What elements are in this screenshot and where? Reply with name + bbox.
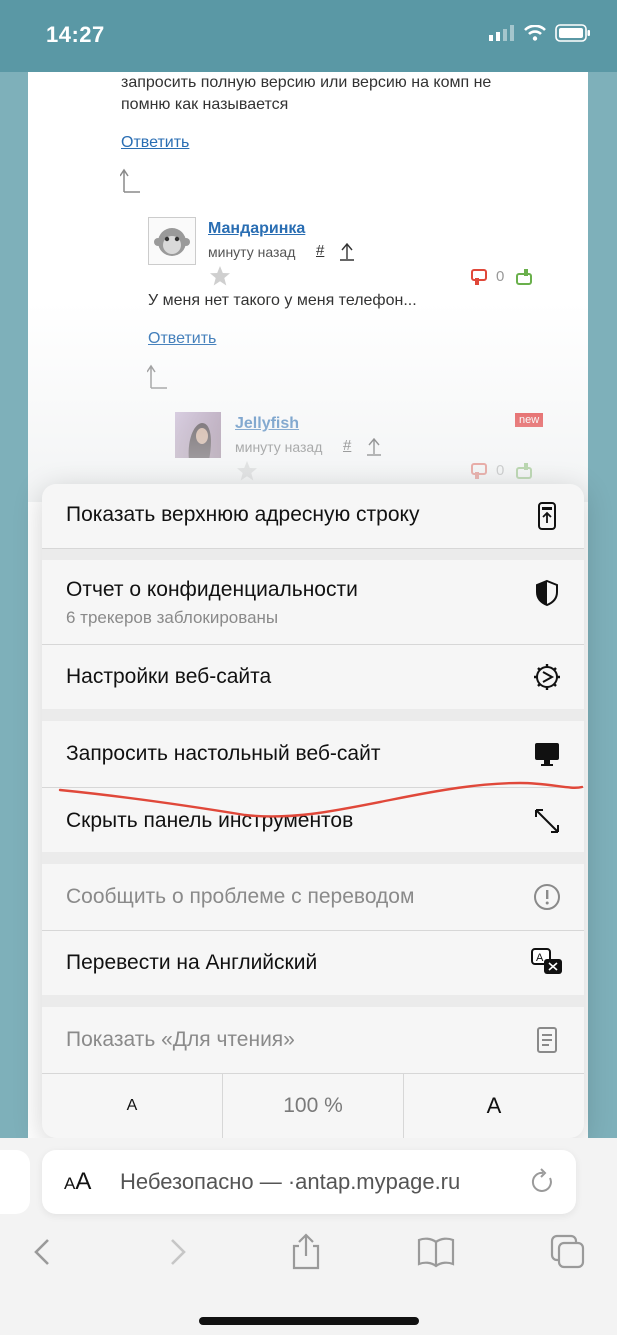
comment-text: запросить полную версию или версию на ко… xyxy=(121,74,492,91)
menu-item-request-desktop-site[interactable]: Запросить настольный веб-сайт xyxy=(42,721,584,788)
share-icon[interactable] xyxy=(286,1232,326,1272)
menu-item-label: Скрыть панель инструментов xyxy=(66,809,354,832)
menu-item-translate-english[interactable]: Перевести на Английский A xyxy=(42,931,584,995)
comment-time: минуту назад xyxy=(208,244,296,260)
comment-time: минуту назад xyxy=(235,439,323,455)
menu-item-label: Показать верхнюю адресную строку xyxy=(66,503,420,526)
avatar[interactable] xyxy=(175,412,221,458)
decrease-font-button[interactable]: A xyxy=(42,1074,222,1138)
new-badge: new xyxy=(515,413,544,427)
font-size-controls: A 100 % A xyxy=(42,1074,584,1138)
wifi-icon xyxy=(524,25,546,41)
reload-icon[interactable] xyxy=(530,1168,556,1196)
cellular-signal-icon xyxy=(489,25,514,41)
menu-item-website-settings[interactable]: Настройки веб-сайта xyxy=(42,645,584,709)
comment-author[interactable]: Jellyfish xyxy=(235,415,299,433)
privacy-shield-icon xyxy=(536,579,558,607)
home-indicator xyxy=(199,1317,419,1325)
website-settings-gear-icon xyxy=(534,664,560,690)
parent-arrow-icon[interactable] xyxy=(365,437,383,457)
zoom-reset-button[interactable]: 100 % xyxy=(223,1074,403,1138)
reader-document-icon xyxy=(537,1027,557,1053)
url-text: Небезопасно — ·antap.mypage.ru xyxy=(120,1169,461,1194)
reply-link[interactable]: Ответить xyxy=(121,134,189,152)
thread-up-icon[interactable] xyxy=(120,168,142,194)
increase-font-button[interactable]: A xyxy=(404,1074,584,1138)
star-icon[interactable] xyxy=(208,264,232,288)
tabs-icon[interactable] xyxy=(548,1232,588,1272)
vote-count: 0 xyxy=(496,268,505,285)
menu-item-label: Запросить настольный веб-сайт xyxy=(66,742,381,765)
comment-text: помню как называется xyxy=(121,96,289,113)
menu-item-label: Настройки веб-сайта xyxy=(66,665,272,688)
menu-item-hide-toolbar[interactable]: Скрыть панель инструментов xyxy=(42,788,584,852)
menu-item-label: Перевести на Английский xyxy=(66,951,318,974)
monkey-avatar-icon xyxy=(149,218,195,264)
menu-item-label: Показать «Для чтения» xyxy=(66,1028,295,1051)
comment-permalink[interactable]: # xyxy=(316,242,324,259)
forward-icon[interactable] xyxy=(156,1232,196,1272)
thumbs-up-icon[interactable] xyxy=(515,268,533,286)
page-menu: Показать верхнюю адресную строку Отчет о… xyxy=(42,484,584,1138)
parent-arrow-icon[interactable] xyxy=(338,242,356,262)
menu-item-show-top-address-bar[interactable]: Показать верхнюю адресную строку xyxy=(42,484,584,549)
safari-bottom-bar: AA Небезопасно — ·antap.mypage.ru xyxy=(0,1138,617,1335)
avatar[interactable] xyxy=(148,217,196,265)
menu-item-label: Отчет о конфиденциальности xyxy=(66,578,358,601)
star-icon[interactable] xyxy=(235,459,259,483)
menu-item-show-reader[interactable]: Показать «Для чтения» xyxy=(42,1007,584,1074)
user-photo-icon xyxy=(175,412,221,458)
reply-link[interactable]: Ответить xyxy=(148,330,216,348)
comment-author[interactable]: Мандаринка xyxy=(208,220,305,238)
thumbs-up-icon[interactable] xyxy=(515,462,533,480)
previous-tab-peek[interactable] xyxy=(0,1150,30,1214)
exclamation-circle-icon xyxy=(534,884,560,910)
increase-font-label: A xyxy=(486,1093,502,1118)
back-icon[interactable] xyxy=(24,1232,64,1272)
status-time: 14:27 xyxy=(46,22,105,47)
address-bar[interactable]: AA Небезопасно — ·antap.mypage.ru xyxy=(42,1150,576,1214)
zoom-level: 100 % xyxy=(283,1094,343,1117)
comment-text: У меня нет такого у меня телефон... xyxy=(148,292,417,309)
page-margin-left xyxy=(0,72,28,1142)
menu-item-sublabel: 6 трекеров заблокированы xyxy=(66,608,279,627)
page-settings-button[interactable]: AA xyxy=(64,1168,91,1196)
comment-permalink[interactable]: # xyxy=(343,437,351,454)
status-bar: 14:27 xyxy=(0,0,617,72)
battery-icon xyxy=(555,24,590,42)
menu-item-privacy-report[interactable]: Отчет о конфиденциальности 6 трекеров за… xyxy=(42,560,584,645)
decrease-font-label: A xyxy=(126,1097,138,1114)
menu-item-report-translation[interactable]: Сообщить о проблеме с переводом xyxy=(42,864,584,931)
desktop-monitor-icon xyxy=(535,743,559,766)
bookmarks-icon[interactable] xyxy=(416,1232,456,1272)
translate-icon: A xyxy=(531,948,562,974)
svg-text:A: A xyxy=(536,952,544,964)
menu-item-label: Сообщить о проблеме с переводом xyxy=(66,885,415,908)
expand-arrows-icon xyxy=(535,809,559,833)
thumbs-down-icon[interactable] xyxy=(470,268,488,286)
status-icons xyxy=(489,24,591,42)
vote-count: 0 xyxy=(496,462,505,479)
phone-top-bar-icon xyxy=(538,502,556,530)
thread-up-icon[interactable] xyxy=(147,364,169,390)
page-margin-right xyxy=(588,72,617,1142)
thumbs-down-icon[interactable] xyxy=(470,462,488,480)
